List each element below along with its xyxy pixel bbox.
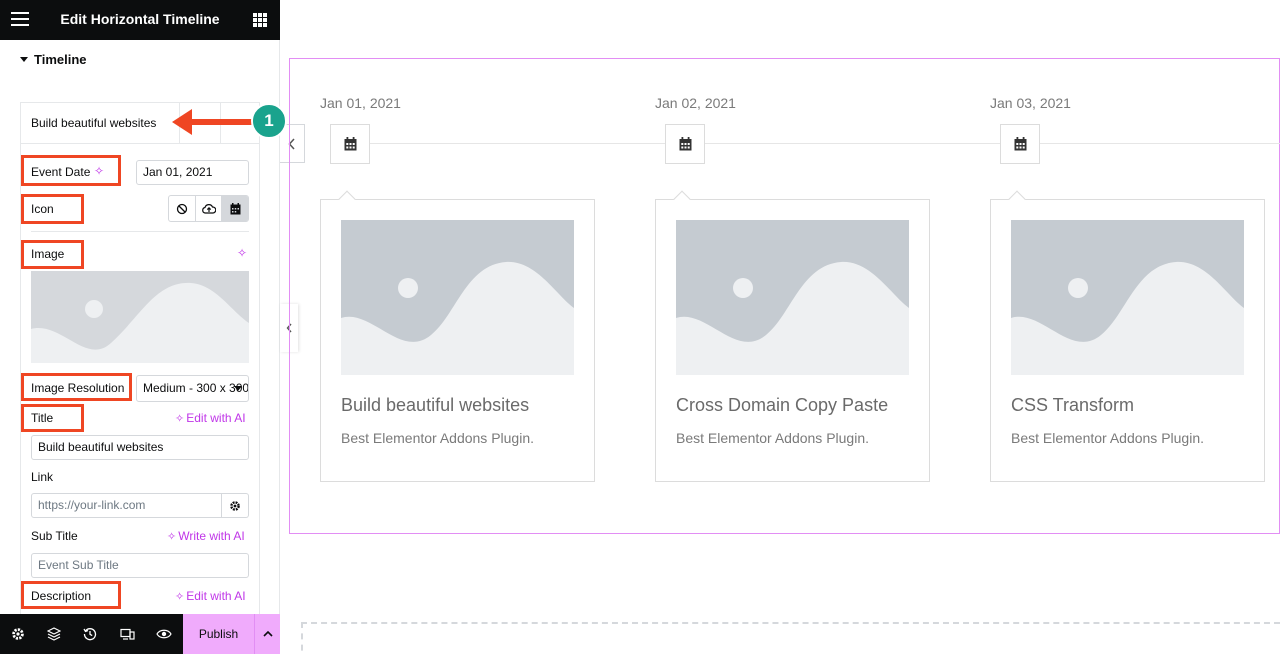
calendar-icon — [344, 137, 356, 151]
timeline-marker — [665, 124, 705, 164]
add-section-dropzone[interactable] — [301, 622, 1280, 654]
write-with-ai-link[interactable]: ✧ Write with AI — [167, 529, 245, 543]
timeline-date: Jan 01, 2021 — [320, 95, 401, 111]
ai-sparkle-icon[interactable]: ✧ — [94, 164, 104, 178]
calendar-icon[interactable] — [222, 196, 248, 221]
panel-header: Edit Horizontal Timeline — [0, 0, 280, 40]
preview-icon[interactable] — [156, 626, 172, 642]
image-placeholder — [341, 220, 574, 375]
caret-down-icon — [20, 57, 28, 62]
sub-title-label: Sub Title — [31, 529, 78, 543]
timeline-description: Best Elementor Addons Plugin. — [1011, 430, 1205, 446]
link-label: Link — [31, 470, 54, 484]
event-date-label: Event Date — [31, 165, 91, 179]
image-resolution-label: Image Resolution — [31, 381, 125, 395]
timeline-title: CSS Transform — [1011, 395, 1135, 415]
timeline-description: Best Elementor Addons Plugin. — [676, 430, 870, 446]
calendar-icon — [679, 137, 691, 151]
timeline-title: Cross Domain Copy Paste — [676, 395, 889, 415]
image-placeholder[interactable] — [31, 271, 249, 363]
timeline-card[interactable]: Cross Domain Copy Paste Best Elementor A… — [655, 190, 930, 482]
timeline-marker — [1000, 124, 1040, 164]
timeline-date: Jan 03, 2021 — [990, 95, 1071, 111]
edit-with-ai-label: Edit with AI — [186, 411, 246, 425]
history-icon[interactable] — [82, 626, 98, 642]
repeater-item-title: Build beautiful websites — [31, 116, 157, 130]
responsive-icon[interactable] — [119, 626, 135, 642]
icon-label: Icon — [31, 202, 54, 216]
description-label: Description — [31, 589, 92, 603]
section-toggle-timeline[interactable]: Timeline — [20, 52, 87, 67]
edit-with-ai-link[interactable]: ✧ Edit with AI — [175, 589, 246, 603]
ai-sparkle-icon: ✧ — [175, 591, 185, 603]
image-label: Image — [31, 247, 65, 261]
timeline-card[interactable]: Build beautiful websites Best Elementor … — [320, 190, 595, 482]
chevron-down-icon — [234, 386, 242, 391]
image-placeholder — [676, 220, 909, 375]
timeline-date: Jan 02, 2021 — [655, 95, 736, 111]
upload-icon[interactable] — [196, 196, 223, 221]
event-date-input[interactable]: Jan 01, 2021 — [136, 160, 249, 185]
title-label: Title — [31, 411, 54, 425]
write-with-ai-label: Write with AI — [178, 529, 245, 543]
timeline-line — [330, 143, 1280, 144]
section-title: Timeline — [34, 52, 87, 67]
edit-with-ai-label: Edit with AI — [186, 589, 246, 603]
none-icon[interactable] — [169, 196, 196, 221]
timeline-marker — [330, 124, 370, 164]
ai-sparkle-icon[interactable]: ✧ — [237, 246, 247, 260]
timeline-card[interactable]: CSS Transform Best Elementor Addons Plug… — [990, 190, 1265, 482]
link-options-button[interactable] — [221, 493, 249, 518]
callout-arrow-icon — [172, 109, 256, 135]
link-input[interactable]: https://your-link.com — [31, 493, 222, 518]
publish-button[interactable]: Publish — [183, 614, 254, 654]
timeline-title: Build beautiful websites — [341, 395, 530, 415]
gear-icon — [229, 500, 240, 511]
callout-badge: 1 — [251, 103, 287, 139]
panel-title: Edit Horizontal Timeline — [60, 11, 220, 27]
edit-with-ai-link[interactable]: ✧ Edit with AI — [175, 411, 246, 425]
sub-title-input[interactable]: Event Sub Title — [31, 553, 249, 578]
ai-sparkle-icon: ✧ — [167, 531, 177, 543]
icon-choose-control — [168, 195, 249, 222]
title-input[interactable]: Build beautiful websites — [31, 435, 249, 460]
widgets-grid-icon[interactable] — [253, 13, 267, 27]
settings-icon[interactable] — [10, 626, 26, 642]
calendar-icon — [1014, 137, 1026, 151]
layers-icon[interactable] — [46, 626, 62, 642]
divider — [31, 231, 249, 232]
image-resolution-select[interactable]: Medium - 300 x 300 — [136, 375, 249, 402]
ai-sparkle-icon: ✧ — [175, 413, 185, 425]
timeline-description: Best Elementor Addons Plugin. — [341, 430, 535, 446]
image-placeholder — [1011, 220, 1244, 375]
publish-options-button[interactable] — [254, 614, 280, 654]
chevron-up-icon — [262, 631, 273, 637]
editor-panel: Edit Horizontal Timeline Timeline Build … — [0, 0, 280, 654]
